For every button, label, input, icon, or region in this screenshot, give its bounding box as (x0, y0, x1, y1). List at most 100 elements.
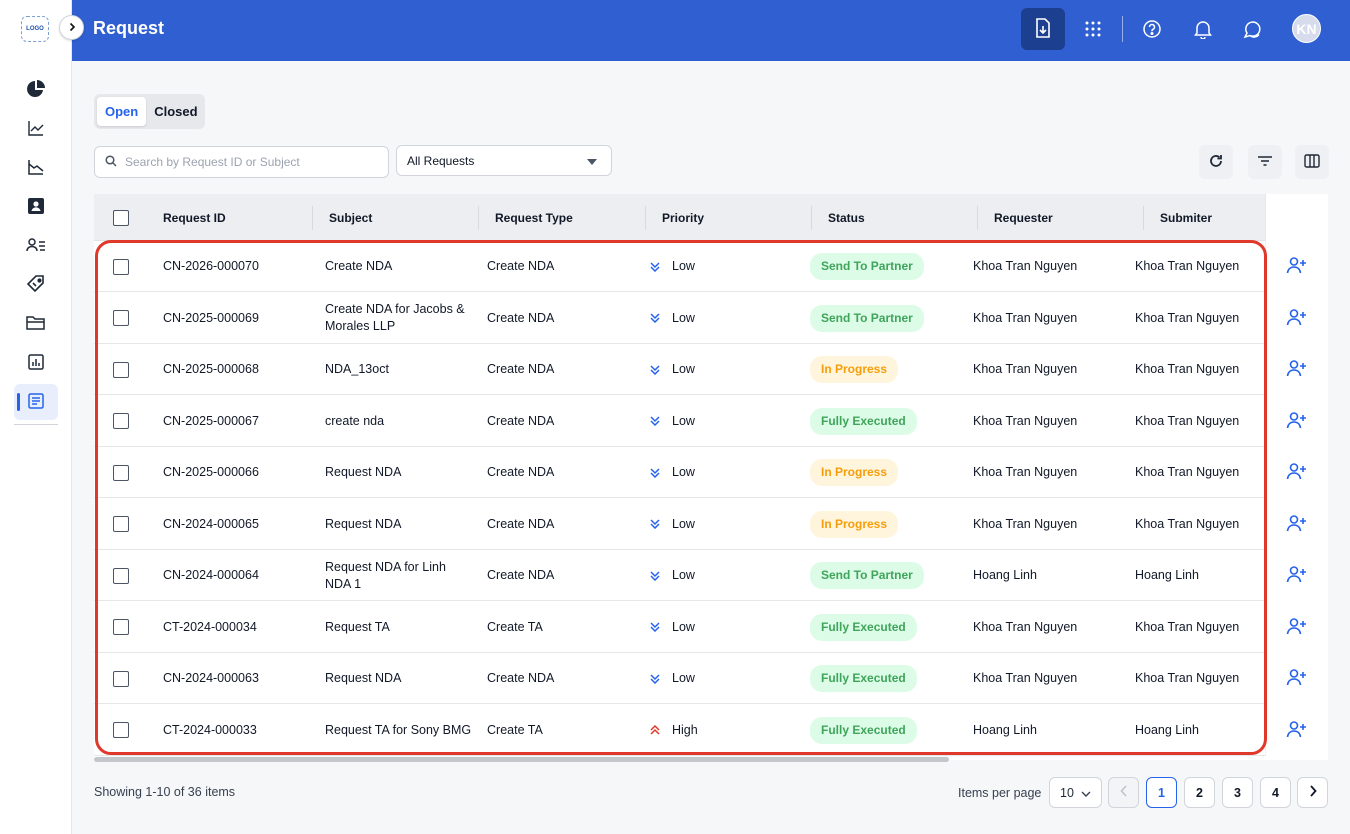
prev-page-button[interactable] (1108, 777, 1139, 808)
sidebar-item-reports[interactable] (14, 150, 58, 186)
row-select-cell (113, 344, 129, 395)
sidebar-item-requests[interactable] (14, 384, 58, 420)
apps-button[interactable] (1073, 10, 1113, 50)
search-input[interactable] (125, 155, 375, 169)
logo[interactable]: LOGO (21, 16, 49, 42)
assign-user-button[interactable] (1265, 550, 1328, 601)
row-checkbox[interactable] (113, 567, 129, 584)
sidebar-item-contacts[interactable] (14, 189, 58, 225)
chat-button[interactable] (1232, 10, 1272, 50)
row-checkbox[interactable] (113, 722, 129, 738)
request-type-cell: Create NDA (487, 396, 637, 447)
assign-user-button[interactable] (1265, 292, 1328, 344)
submiter-cell-text: Khoa Tran Nguyen (1135, 362, 1240, 376)
priority-label: Low (672, 259, 695, 273)
user-add-icon (1286, 668, 1308, 689)
row-checkbox[interactable] (113, 464, 129, 481)
assign-user-button[interactable] (1265, 447, 1328, 498)
table-row[interactable]: CN-2024-000065 Request NDA Create NDA Low In… (94, 498, 1328, 550)
assign-user-button[interactable] (1265, 395, 1328, 447)
page-2-button[interactable]: 2 (1184, 777, 1215, 808)
sidebar-item-dashboard[interactable] (14, 72, 58, 108)
requester-cell: Khoa Tran Nguyen (973, 396, 1123, 447)
request-id-cell-text: CN-2025-000068 (163, 362, 259, 376)
row-checkbox[interactable] (113, 310, 129, 326)
columns-button[interactable] (1295, 145, 1329, 179)
assign-user-button[interactable] (1265, 498, 1328, 550)
chat-bubbles-icon (1242, 19, 1262, 42)
status-badge: Fully Executed (810, 665, 917, 692)
tab-open[interactable]: Open (97, 97, 147, 126)
user-avatar[interactable]: KN (1292, 14, 1321, 43)
horizontal-scrollbar[interactable] (94, 757, 949, 762)
table-row[interactable]: CN-2024-000064 Request NDA for Linh NDA 1… (94, 550, 1328, 601)
submiter-cell-text: Khoa Tran Nguyen (1135, 310, 1240, 325)
column-header-status[interactable]: Status (828, 194, 865, 241)
assign-user-button[interactable] (1265, 653, 1328, 704)
items-per-page-select[interactable]: 10 (1049, 777, 1102, 808)
priority-cell: Low (648, 602, 798, 653)
table-row[interactable]: CT-2024-000034 Request TA Create TA Low Full… (94, 601, 1328, 653)
column-header-request-type[interactable]: Request Type (495, 194, 573, 241)
sidebar-item-tags[interactable] (14, 267, 58, 303)
priority-cell: Low (648, 499, 798, 550)
area-chart-icon (27, 158, 45, 179)
table-row[interactable]: CN-2026-000070 Create NDA Create NDA Low Sen… (94, 241, 1328, 292)
column-divider[interactable] (312, 206, 313, 230)
items-per-page-value: 10 (1060, 785, 1074, 800)
assign-user-button[interactable] (1265, 704, 1328, 756)
subject-cell: Request NDA (325, 499, 475, 550)
filter-button[interactable] (1248, 145, 1282, 179)
assign-user-button[interactable] (1265, 241, 1328, 292)
request-filter-select[interactable]: All Requests (396, 145, 612, 176)
submiter-cell: Hoang Linh (1135, 705, 1265, 756)
page-4-button[interactable]: 4 (1260, 777, 1291, 808)
select-all-checkbox[interactable] (113, 209, 129, 226)
tab-closed[interactable]: Closed (146, 97, 205, 126)
row-checkbox[interactable] (113, 258, 129, 275)
help-button[interactable] (1132, 10, 1172, 50)
request-id-cell: CN-2024-000063 (163, 653, 313, 704)
download-button[interactable] (1021, 8, 1065, 50)
table-row[interactable]: CN-2025-000066 Request NDA Create NDA Low In… (94, 447, 1328, 498)
column-divider[interactable] (645, 206, 646, 230)
next-page-button[interactable] (1297, 777, 1328, 808)
row-checkbox[interactable] (113, 516, 129, 532)
request-type-cell: Create NDA (487, 550, 637, 601)
sidebar-item-analytics[interactable] (14, 111, 58, 147)
column-header-priority[interactable]: Priority (662, 194, 704, 241)
page-3-button[interactable]: 3 (1222, 777, 1253, 808)
row-checkbox[interactable] (113, 413, 129, 429)
column-header-submiter[interactable]: Submiter (1160, 194, 1212, 241)
table-row[interactable]: CN-2024-000063 Request NDA Create NDA Low Fu… (94, 653, 1328, 704)
table-row[interactable]: CN-2025-000069 Create NDA for Jacobs & Mo… (94, 292, 1328, 344)
column-header-requester[interactable]: Requester (994, 194, 1053, 241)
column-header-subject[interactable]: Subject (329, 194, 372, 241)
submiter-cell: Khoa Tran Nguyen (1135, 499, 1265, 550)
column-divider[interactable] (811, 206, 812, 230)
refresh-button[interactable] (1199, 145, 1233, 179)
table-row[interactable]: CN-2025-000067 create nda Create NDA Low Ful… (94, 395, 1328, 447)
row-checkbox[interactable] (113, 619, 129, 635)
page-1-button[interactable]: 1 (1146, 777, 1177, 808)
requester-cell-text: Khoa Tran Nguyen (973, 362, 1078, 376)
table-row[interactable]: CN-2025-000068 NDA_13oct Create NDA Low In P… (94, 344, 1328, 395)
sidebar-divider (14, 424, 58, 425)
sidebar-toggle-button[interactable] (59, 15, 84, 40)
column-divider[interactable] (1143, 206, 1144, 230)
search-icon (105, 154, 117, 170)
row-checkbox[interactable] (113, 670, 129, 687)
status-badge: Send To Partner (810, 253, 924, 280)
sidebar-item-users[interactable] (14, 228, 58, 264)
sidebar-item-folders[interactable] (14, 306, 58, 342)
notifications-button[interactable] (1183, 10, 1223, 50)
column-divider[interactable] (478, 206, 479, 230)
table-row[interactable]: CT-2024-000033 Request TA for Sony BMG Cre… (94, 704, 1328, 756)
column-header-request-id[interactable]: Request ID (163, 194, 226, 241)
sidebar-item-statistics[interactable] (14, 345, 58, 381)
column-divider[interactable] (977, 206, 978, 230)
assign-user-button[interactable] (1265, 601, 1328, 653)
row-checkbox[interactable] (113, 361, 129, 378)
assign-user-button[interactable] (1265, 344, 1328, 395)
status-cell: Fully Executed (810, 653, 970, 704)
